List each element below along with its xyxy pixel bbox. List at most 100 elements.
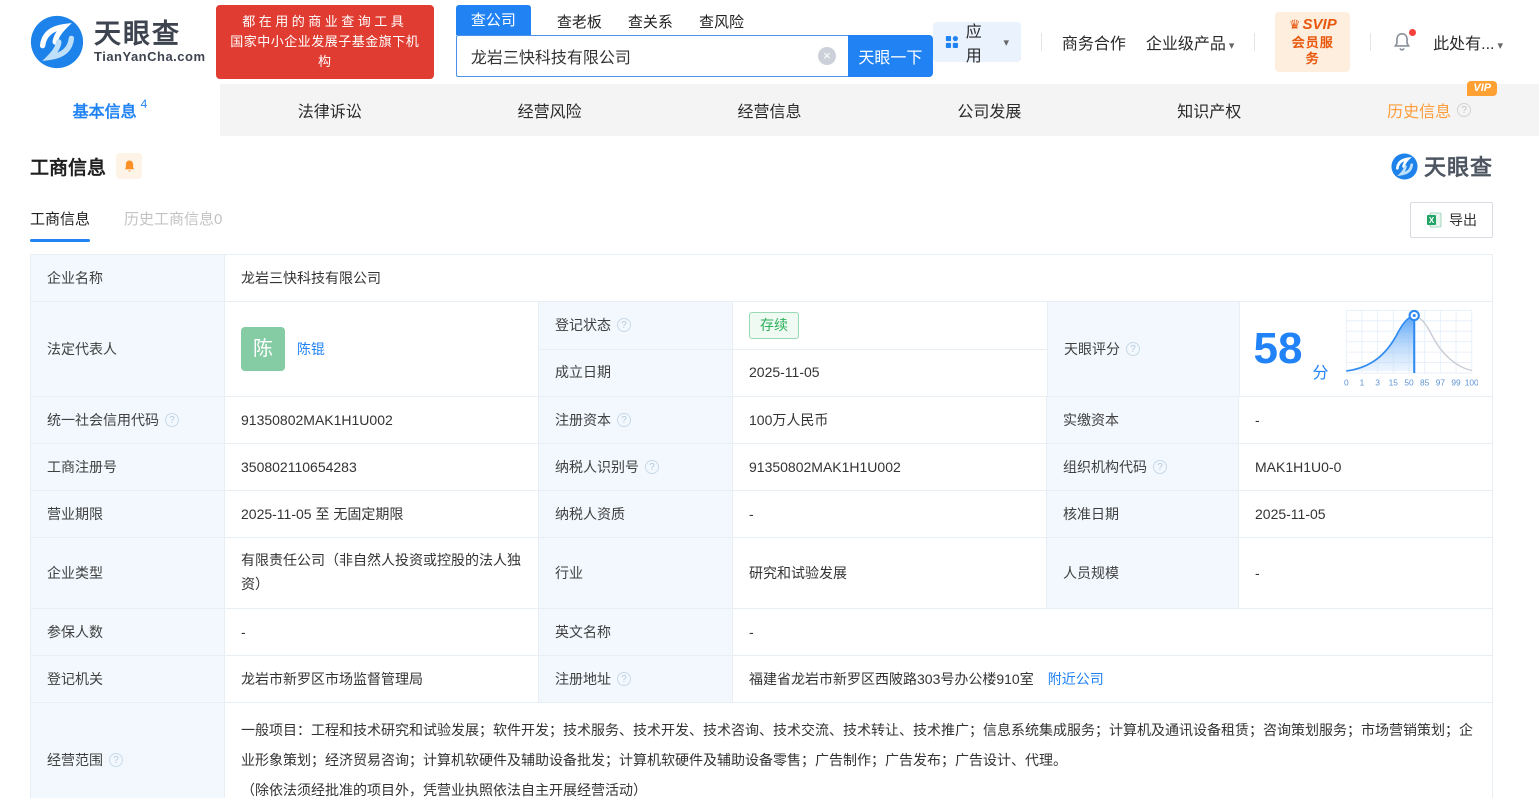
search-tab-company[interactable]: 查公司: [455, 5, 531, 35]
svg-text:99: 99: [1452, 378, 1462, 388]
table-row: 统一社会信用代码 ? 91350802MAK1H1U002 注册资本 ? 100…: [31, 397, 1492, 444]
help-icon[interactable]: ?: [1457, 103, 1472, 117]
subscribe-bell-icon[interactable]: [116, 153, 143, 179]
reg-number-value: 350802110654283: [225, 444, 539, 490]
search-tab-boss[interactable]: 查老板: [557, 11, 602, 35]
divider: [1370, 33, 1372, 51]
business-info-table: 企业名称 龙岩三快科技有限公司 法定代表人 陈 陈锟 登记状态 ? 存续 成立日…: [30, 254, 1493, 798]
search-input[interactable]: [455, 35, 848, 77]
field-label: 企业类型: [31, 538, 225, 608]
slogan-line1: 都在用的商业查询工具: [242, 13, 408, 29]
help-icon[interactable]: ?: [645, 460, 659, 474]
svg-text:15: 15: [1389, 378, 1399, 388]
business-info-subtabs: 工商信息 历史工商信息0: [30, 208, 222, 242]
user-name: 此处有...: [1433, 36, 1495, 53]
tab-operating-risk[interactable]: 经营风险: [440, 84, 660, 136]
tab-label: 历史信息: [1387, 104, 1452, 121]
field-label-text: 组织机构代码: [1063, 458, 1147, 475]
subtab-history-info[interactable]: 历史工商信息0: [124, 208, 222, 242]
table-row: 企业类型 有限责任公司（非自然人投资或控股的法人独资） 行业 研究和试验发展 人…: [31, 538, 1492, 609]
taxpayer-qualification-value: -: [733, 491, 1047, 537]
brand-name: 天眼查: [94, 19, 181, 50]
company-section-tabs: 基本信息 4 法律诉讼 经营风险 经营信息 公司发展 知识产权 历史信息 ? V…: [0, 81, 1539, 136]
field-label: 统一社会信用代码 ?: [31, 397, 225, 443]
tab-intellectual-property[interactable]: 知识产权: [1099, 84, 1319, 136]
tab-label: 经营信息: [737, 104, 802, 121]
nav-business-cooperation[interactable]: 商务合作: [1062, 30, 1126, 54]
field-label: 天眼评分 ?: [1048, 302, 1240, 396]
help-icon[interactable]: ?: [617, 672, 631, 686]
svg-text:50: 50: [1405, 378, 1415, 388]
notification-bell-icon[interactable]: [1391, 28, 1418, 53]
help-icon[interactable]: ?: [1153, 460, 1167, 474]
field-label: 参保人数: [31, 609, 225, 655]
help-icon[interactable]: ?: [165, 413, 179, 427]
search-tab-relation[interactable]: 查关系: [628, 11, 673, 35]
apps-label: 应用: [965, 24, 982, 65]
help-icon[interactable]: ?: [617, 413, 631, 427]
nav-enterprise-products[interactable]: 企业级产品 ▾: [1146, 30, 1235, 54]
legal-rep-link[interactable]: 陈锟: [297, 339, 325, 360]
field-label: 注册资本 ?: [539, 397, 733, 443]
status-badge: 存续: [749, 311, 799, 339]
company-name-value: 龙岩三快科技有限公司: [241, 269, 381, 286]
tab-basic-info[interactable]: 基本信息 4: [0, 84, 220, 136]
field-label: 成立日期: [539, 349, 733, 396]
field-label: 组织机构代码 ?: [1047, 444, 1239, 490]
tab-operating-info[interactable]: 经营信息: [660, 84, 880, 136]
tianyancha-logo-icon: [30, 15, 84, 69]
industry-value: 研究和试验发展: [733, 538, 1047, 608]
apps-menu[interactable]: 应用 ▾: [932, 22, 1021, 65]
score-unit: 分: [1312, 365, 1329, 382]
user-menu[interactable]: 此处有... ▾: [1433, 30, 1503, 54]
reg-authority-value: 龙岩市新罗区市场监督管理局: [225, 656, 539, 702]
vip-badge: VIP: [1467, 81, 1498, 96]
tab-company-development[interactable]: 公司发展: [879, 84, 1099, 136]
field-label-text: 统一社会信用代码: [47, 411, 159, 428]
top-header: 天眼查 TianYanCha.com 都在用的商业查询工具 国家中小企业发展子基…: [0, 0, 1539, 84]
divider: [1254, 33, 1256, 51]
excel-icon: X: [1427, 212, 1442, 228]
tab-history-info[interactable]: 历史信息 ? VIP: [1319, 81, 1539, 136]
reg-address-value: 福建省龙岩市新罗区西陂路303号办公楼910室: [749, 670, 1034, 687]
search-button[interactable]: 天眼一下: [847, 35, 933, 77]
svg-text:97: 97: [1436, 378, 1446, 388]
tab-label: 经营风险: [517, 104, 582, 121]
field-label: 法定代表人: [31, 302, 225, 396]
avatar[interactable]: 陈: [241, 327, 285, 371]
export-button[interactable]: X 导出: [1410, 202, 1493, 238]
svip-label: SVIP: [1302, 15, 1337, 33]
legal-rep-cell: 陈 陈锟: [225, 302, 539, 396]
field-label: 纳税人识别号 ?: [539, 444, 733, 490]
top-nav: 应用 ▾ 商务合作 企业级产品 ▾ ♛ SVIP 会员服务 此处有... ▾: [932, 11, 1503, 73]
help-icon[interactable]: ?: [617, 318, 631, 333]
help-icon[interactable]: ?: [109, 753, 123, 767]
svip-membership-badge[interactable]: ♛ SVIP 会员服务: [1275, 11, 1351, 73]
field-label: 注册地址 ?: [539, 656, 733, 702]
nearby-companies-link[interactable]: 附近公司: [1048, 669, 1104, 690]
field-label: 实缴资本: [1047, 397, 1239, 443]
clear-search-icon[interactable]: ×: [817, 47, 836, 65]
svg-text:3: 3: [1376, 378, 1381, 388]
field-label: 工商注册号: [31, 444, 225, 490]
business-scope-note: （除依法须经批准的项目外，凭营业执照依法自主开展经营活动）: [241, 782, 647, 798]
help-icon[interactable]: ?: [1126, 342, 1140, 356]
slogan-badge: 都在用的商业查询工具 国家中小企业发展子基金旗下机构: [215, 4, 434, 80]
tab-legal[interactable]: 法律诉讼: [220, 84, 440, 136]
tab-label: 基本信息: [72, 104, 137, 121]
tab-label: 知识产权: [1177, 104, 1242, 121]
field-label-text: 经营范围: [47, 751, 103, 768]
org-code-value: MAK1H1U0-0: [1255, 458, 1342, 475]
table-row: 营业期限 2025-11-05 至 无固定期限 纳税人资质 - 核准日期 202…: [31, 491, 1492, 538]
chevron-down-icon: ▾: [1497, 40, 1503, 52]
tab-label: 法律诉讼: [297, 104, 362, 121]
field-label-text: 注册资本: [555, 411, 611, 428]
score-cell: 58 分 0 1 3 15 50 85 97 99 100: [1240, 302, 1492, 396]
watermark-logo: 天眼查: [1391, 150, 1493, 182]
chevron-down-icon: ▾: [1003, 36, 1009, 49]
tianyancha-logo[interactable]: 天眼查 TianYanCha.com: [30, 15, 206, 69]
subtab-current-info[interactable]: 工商信息: [30, 208, 91, 242]
taxpayer-id-value: 91350802MAK1H1U002: [733, 444, 1047, 490]
search-tab-risk[interactable]: 查风险: [699, 11, 744, 35]
field-label: 登记状态 ?: [539, 302, 733, 349]
